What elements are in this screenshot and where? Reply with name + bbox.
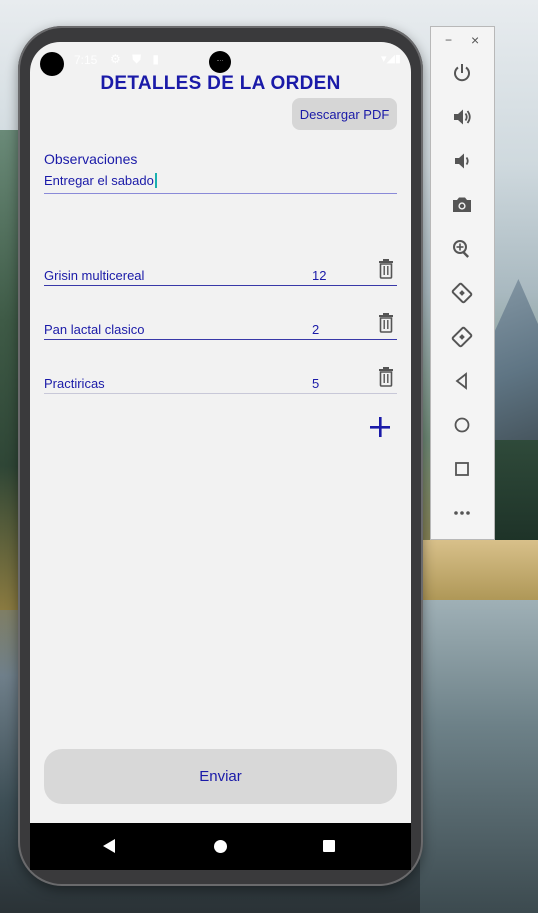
observations-input[interactable]: Entregar el sabado (44, 173, 397, 194)
trash-icon[interactable] (377, 313, 395, 333)
nav-back-icon[interactable] (103, 839, 115, 853)
order-item-row: Pan lactal clasico 2 (44, 313, 397, 340)
observations-value: Entregar el sabado (44, 173, 154, 188)
status-time: 7:15 (74, 53, 98, 67)
rotate-left-icon[interactable] (449, 280, 475, 306)
nav-home-icon[interactable] (214, 840, 227, 853)
nav-recents-icon[interactable] (323, 840, 335, 852)
page-title: DETALLES DE LA ORDEN (100, 73, 341, 94)
phone-screen: 7:15 ⚙ ⛊ ▮ ▾◢▮ DETALLES DE LA ORDEN Desc… (30, 42, 411, 870)
phone-frame: 7:15 ⚙ ⛊ ▮ ▾◢▮ DETALLES DE LA ORDEN Desc… (18, 26, 423, 886)
item-quantity[interactable]: 2 (312, 322, 319, 337)
item-name: Grisin multicereal (44, 268, 145, 283)
background-water (420, 600, 538, 913)
observations-label: Observaciones (44, 151, 138, 167)
order-item-row: Practiricas 5 (44, 367, 397, 394)
volume-down-icon[interactable] (449, 148, 475, 174)
trash-icon[interactable] (377, 367, 395, 387)
send-button[interactable]: Enviar (44, 749, 397, 804)
emulator-toolbar: − × (430, 26, 495, 540)
text-cursor (154, 173, 157, 188)
item-name: Pan lactal clasico (44, 322, 145, 337)
trash-icon[interactable] (377, 259, 395, 279)
navigation-bar (30, 823, 411, 870)
zoom-icon[interactable] (449, 236, 475, 262)
more-icon[interactable] (449, 500, 475, 526)
order-item-row: Grisin multicereal 12 (44, 259, 397, 286)
item-quantity[interactable]: 5 (312, 376, 319, 391)
camera-icon[interactable] (449, 192, 475, 218)
status-signal-battery-icons: ▾◢▮ (380, 53, 401, 65)
emulator-toolbar-header: − × (431, 27, 494, 55)
power-icon[interactable] (449, 60, 475, 86)
item-quantity[interactable]: 12 (312, 268, 326, 283)
add-item-icon[interactable] (369, 416, 391, 438)
volume-up-icon[interactable] (449, 104, 475, 130)
close-button[interactable]: × (471, 32, 479, 48)
home-icon[interactable] (449, 412, 475, 438)
download-pdf-button[interactable]: Descargar PDF (292, 98, 397, 130)
status-bar: 7:15 ⚙ ⛊ ▮ ▾◢▮ (30, 42, 411, 76)
back-icon[interactable] (449, 368, 475, 394)
status-notification-icons: ⚙ ⛊ ▮ (110, 52, 164, 66)
front-camera (209, 51, 231, 73)
minimize-button[interactable]: − (445, 33, 452, 47)
item-name: Practiricas (44, 376, 105, 391)
overview-icon[interactable] (449, 456, 475, 482)
rotate-right-icon[interactable] (449, 324, 475, 350)
